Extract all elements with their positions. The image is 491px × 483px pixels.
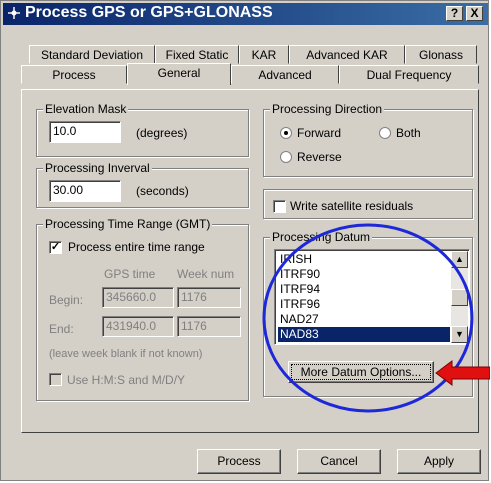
dialog-window: Process GPS or GPS+GLONASS ? X Standard …: [0, 0, 490, 481]
annotation-overlay: [262, 223, 490, 413]
apply-button[interactable]: Apply: [397, 449, 481, 474]
highlight-circle: [262, 223, 474, 413]
cancel-button[interactable]: Cancel: [297, 449, 381, 474]
tab-general[interactable]: General: [127, 63, 231, 85]
process-button[interactable]: Process: [197, 449, 281, 474]
